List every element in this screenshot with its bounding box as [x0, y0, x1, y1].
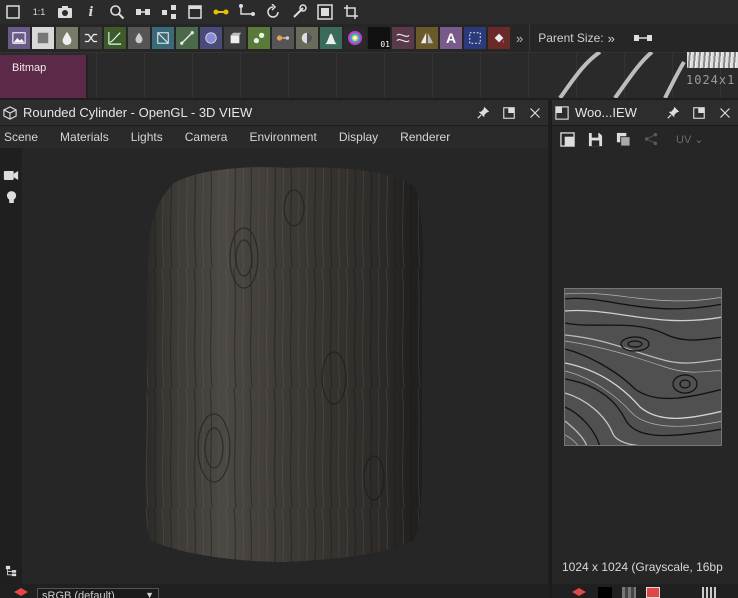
node-icon[interactable]	[132, 1, 154, 23]
fill-icon[interactable]	[488, 27, 510, 49]
dropdown-arrow-icon: ▼	[145, 590, 154, 598]
colorspace-select[interactable]: sRGB (default) ▼	[37, 588, 159, 598]
black-swatch[interactable]	[598, 587, 612, 598]
uv-dropdown: UV ⌄	[676, 133, 704, 146]
wrench-icon[interactable]	[288, 1, 310, 23]
menu-materials[interactable]: Materials	[56, 130, 115, 144]
image-node-icon[interactable]	[8, 27, 30, 49]
noise-icon[interactable]: 01	[368, 27, 390, 49]
2d-view-toolbar: UV ⌄	[552, 126, 738, 152]
uniform-color-icon[interactable]	[32, 27, 54, 49]
text-icon[interactable]: A	[440, 27, 462, 49]
thumbnail-size-label: 1024x1	[686, 73, 736, 87]
zoom-label: 1:1	[32, 7, 46, 17]
histogram-icon[interactable]	[320, 27, 342, 49]
crop-icon[interactable]	[340, 1, 362, 23]
bitmap-node-label: Bitmap	[12, 62, 47, 74]
mirror-icon[interactable]	[416, 27, 438, 49]
grayscale-icon[interactable]	[56, 27, 78, 49]
graph-canvas[interactable]	[0, 52, 738, 98]
fx-icon[interactable]	[248, 27, 270, 49]
text-node-glyph: A	[445, 30, 457, 46]
rgb-channel-icon[interactable]	[646, 587, 660, 598]
layers-icon[interactable]	[572, 588, 586, 598]
close-icon[interactable]	[712, 107, 738, 119]
checker-swatch[interactable]	[622, 587, 636, 598]
3d-view-header: Rounded Cylinder - OpenGL - 3D VIEW	[0, 100, 548, 126]
blend-icon[interactable]	[128, 27, 150, 49]
search-icon[interactable]	[106, 1, 128, 23]
hierarchy-icon[interactable]	[0, 560, 22, 582]
menu-display[interactable]: Display	[335, 130, 384, 144]
cylinder-mesh	[144, 167, 423, 563]
gradient-icon[interactable]	[176, 27, 198, 49]
select-icon[interactable]	[464, 27, 486, 49]
menu-lights[interactable]: Lights	[127, 130, 169, 144]
2d-view-title: Woo...IEW	[575, 105, 637, 120]
video-camera-icon[interactable]	[0, 164, 22, 186]
colorspace-value: sRGB (default)	[42, 590, 115, 598]
levels-icon[interactable]	[296, 27, 318, 49]
menu-scene[interactable]: Scene	[0, 130, 44, 144]
noise-badge: 01	[380, 40, 390, 49]
3d-view-menubar: Scene Materials Lights Camera Environmen…	[0, 126, 548, 148]
2d-view-panel: Woo...IEW UV ⌄ 1024 x 1024 (Grayscale, 1…	[551, 100, 738, 598]
circle-icon[interactable]	[200, 27, 222, 49]
frame-icon[interactable]	[184, 1, 206, 23]
2d-view-icon	[553, 104, 571, 122]
pin-icon[interactable]	[470, 106, 496, 119]
close-icon[interactable]	[522, 107, 548, 119]
3d-viewport[interactable]	[24, 148, 548, 584]
preview-icon[interactable]	[314, 1, 336, 23]
info-icon[interactable]: i	[80, 1, 102, 23]
color-wheel-icon[interactable]	[344, 27, 366, 49]
layers-icon[interactable]	[14, 588, 28, 598]
light-bulb-icon[interactable]	[0, 186, 22, 208]
uv-label: UV	[676, 133, 692, 146]
pin-icon[interactable]	[660, 106, 686, 119]
warp-icon[interactable]	[392, 27, 414, 49]
cube-icon[interactable]	[224, 27, 246, 49]
cube-icon	[1, 104, 19, 122]
parent-size-chevron-icon[interactable]: »	[608, 31, 615, 46]
link-icon[interactable]	[236, 1, 258, 23]
grid-view-icon[interactable]	[702, 587, 716, 598]
copy-icon[interactable]	[612, 128, 634, 150]
tree-icon[interactable]	[158, 1, 180, 23]
camera-icon[interactable]	[54, 1, 76, 23]
main-toolbar: 1:1 i	[0, 0, 738, 24]
shuffle-icon[interactable]	[80, 27, 102, 49]
parent-size-control[interactable]: Parent Size: »	[529, 24, 653, 52]
refresh-icon[interactable]	[262, 1, 284, 23]
2d-status-bar	[552, 584, 738, 598]
parent-size-label: Parent Size:	[538, 31, 604, 45]
fit-icon[interactable]	[2, 1, 24, 23]
menu-camera[interactable]: Camera	[181, 130, 234, 144]
menu-environment[interactable]: Environment	[245, 130, 322, 144]
connector-icon[interactable]	[633, 33, 653, 43]
share-icon	[640, 128, 662, 150]
node-toolbar: 01 A » Parent Size: »	[0, 24, 738, 52]
texture-preview[interactable]	[564, 288, 722, 446]
maximize-icon[interactable]	[496, 106, 522, 119]
save-icon[interactable]	[584, 128, 606, 150]
node-palette: 01 A	[0, 27, 510, 49]
transform-icon[interactable]	[152, 27, 174, 49]
mix-icon[interactable]	[272, 27, 294, 49]
3d-side-toolbar	[0, 148, 22, 598]
3d-view-title: Rounded Cylinder - OpenGL - 3D VIEW	[23, 105, 253, 120]
fit-view-icon[interactable]	[556, 128, 578, 150]
zoom-1to1-icon[interactable]: 1:1	[28, 1, 50, 23]
overflow-chevron-icon[interactable]: »	[510, 31, 529, 46]
curve-icon[interactable]	[104, 27, 126, 49]
3d-view-panel: Rounded Cylinder - OpenGL - 3D VIEW Scen…	[0, 100, 548, 598]
connect-icon[interactable]	[210, 1, 232, 23]
menu-renderer[interactable]: Renderer	[396, 130, 456, 144]
2d-view-header: Woo...IEW	[552, 100, 738, 126]
maximize-icon[interactable]	[686, 106, 712, 119]
bitmap-thumbnail	[687, 52, 738, 68]
texture-info: 1024 x 1024 (Grayscale, 16bp	[562, 560, 723, 574]
